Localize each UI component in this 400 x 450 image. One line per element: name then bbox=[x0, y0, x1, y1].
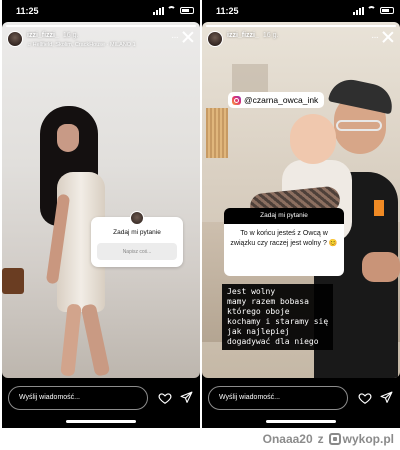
photo-glasses bbox=[336, 120, 382, 131]
question-text: To w końcu jesteś z Owcą w związku czy r… bbox=[224, 224, 344, 276]
question-sticker[interactable]: Zadaj mi pytanie Napisz coś... bbox=[91, 211, 183, 267]
mention-sticker[interactable]: @czarna_owca_ink bbox=[228, 92, 325, 108]
wifi-icon bbox=[367, 6, 376, 13]
question-title: Zadaj mi pytanie bbox=[224, 208, 344, 224]
signal-icon bbox=[153, 7, 164, 15]
avatar[interactable] bbox=[207, 31, 223, 47]
answer-text: Jest wolny mamy razem bobasa którego obo… bbox=[222, 284, 334, 350]
watermark-author: Onaaa20 bbox=[262, 432, 313, 446]
mention-label: @czarna_owca_ink bbox=[244, 95, 319, 105]
battery-icon bbox=[180, 7, 194, 14]
story-screen-right: 11:25 izzi_fizzi_ 16 g. ··· @czarna_owca_… bbox=[202, 0, 400, 428]
answer-line: którego oboje bbox=[227, 307, 290, 316]
wykop-logo-icon bbox=[328, 433, 341, 445]
post-time: 16 g. bbox=[262, 32, 279, 39]
question-card: Zadaj mi pytanie To w końcu jesteś z Owc… bbox=[224, 208, 344, 286]
send-icon[interactable] bbox=[180, 391, 193, 404]
status-bar: 11:25 bbox=[2, 0, 200, 22]
username[interactable]: izzi_fizzi_ 16 g. bbox=[227, 32, 278, 39]
wifi-icon bbox=[167, 6, 176, 13]
post-time: 16 g. bbox=[62, 32, 79, 39]
watermark-z: z bbox=[317, 432, 324, 446]
story-progress-bar bbox=[6, 25, 196, 27]
send-icon[interactable] bbox=[380, 391, 393, 404]
photo-baby-head bbox=[290, 114, 336, 164]
heart-icon[interactable] bbox=[158, 391, 172, 405]
music-label[interactable]: ♫ Hellfield, Skolim, CrackHouse · MILANO… bbox=[27, 42, 136, 48]
photo-leg bbox=[80, 303, 111, 377]
story-content[interactable]: izzi_fizzi_ 16 g. ♫ Hellfield, Skolim, Cr… bbox=[2, 22, 200, 378]
signal-icon bbox=[353, 7, 364, 15]
message-input[interactable]: Wyślij wiadomość... bbox=[8, 386, 148, 410]
story-screen-left: 11:25 izzi_fizzi_ 16 g. ♫ Hellfield, Skol… bbox=[2, 0, 200, 428]
photo-leg bbox=[60, 303, 82, 377]
heart-icon[interactable] bbox=[358, 391, 372, 405]
photo-man-arm bbox=[362, 252, 400, 282]
close-icon[interactable] bbox=[382, 31, 394, 43]
window-blinds bbox=[206, 108, 228, 158]
story-header: izzi_fizzi_ 16 g. ♫ Hellfield, Skolim, Cr… bbox=[7, 31, 194, 59]
home-indicator bbox=[66, 420, 136, 423]
watermark-site: wykop.pl bbox=[342, 432, 394, 446]
story-progress-bar bbox=[206, 25, 396, 27]
close-icon[interactable] bbox=[182, 31, 194, 43]
status-time: 11:25 bbox=[16, 6, 39, 16]
home-indicator bbox=[266, 420, 336, 423]
answer-line: dogadywać dla niego bbox=[227, 337, 319, 346]
story-content[interactable]: izzi_fizzi_ 16 g. ··· @czarna_owca_ink Za… bbox=[202, 22, 400, 378]
reply-bar: Wyślij wiadomość... bbox=[202, 378, 400, 428]
more-options-icon[interactable]: ··· bbox=[371, 33, 379, 43]
reply-bar: Wyślij wiadomość... bbox=[2, 378, 200, 428]
sticker-avatar bbox=[130, 211, 144, 225]
battery-icon bbox=[380, 7, 394, 14]
username[interactable]: izzi_fizzi_ 16 g. bbox=[27, 32, 78, 39]
story-header: izzi_fizzi_ 16 g. ··· bbox=[207, 31, 394, 59]
more-options-icon[interactable]: ··· bbox=[171, 33, 179, 43]
photo-face bbox=[57, 124, 79, 152]
avatar[interactable] bbox=[7, 31, 23, 47]
status-bar: 11:25 bbox=[202, 0, 400, 22]
question-title: Zadaj mi pytanie bbox=[113, 229, 161, 236]
answer-line: mamy razem bobasa bbox=[227, 297, 309, 306]
status-time: 11:25 bbox=[216, 6, 239, 16]
answer-line: kochamy i staramy się bbox=[227, 317, 329, 326]
question-input[interactable]: Napisz coś... bbox=[97, 243, 177, 260]
chair bbox=[2, 268, 24, 294]
answer-line: Jest wolny bbox=[227, 287, 276, 296]
shirt-logo bbox=[374, 200, 384, 216]
message-input[interactable]: Wyślij wiadomość... bbox=[208, 386, 348, 410]
answer-line: jak najlepiej bbox=[227, 327, 290, 336]
watermark: Onaaa20 z wykop.pl bbox=[263, 428, 394, 450]
wykop-logo: wykop.pl bbox=[328, 432, 394, 446]
instagram-icon bbox=[232, 95, 241, 105]
